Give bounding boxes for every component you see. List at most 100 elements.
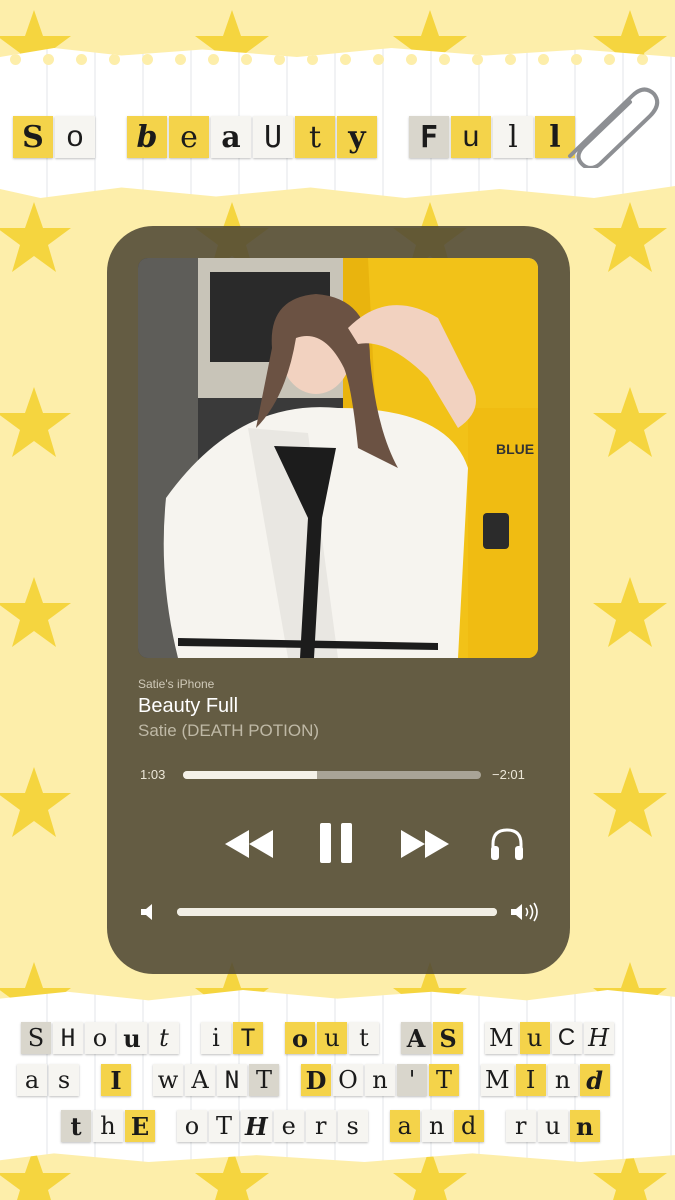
volume-low-icon (141, 904, 152, 920)
pause-icon[interactable] (320, 823, 352, 863)
ransom-letter: e (273, 1110, 304, 1142)
ransom-letter: A (185, 1064, 215, 1096)
ransom-letter: C (551, 1022, 582, 1054)
device-name: Satie's iPhone (138, 677, 215, 691)
binder-hole (208, 54, 219, 65)
binder-hole (109, 54, 120, 65)
binder-hole (142, 54, 153, 65)
binder-hole (505, 54, 516, 65)
ransom-letter: u (451, 116, 491, 158)
binder-hole (373, 54, 384, 65)
ransom-letter: M (485, 1022, 518, 1054)
ransom-letter: T (249, 1064, 279, 1096)
elapsed-time: 1:03 (140, 767, 166, 782)
ransom-letter: T (233, 1022, 263, 1054)
volume-high-icon (511, 902, 538, 922)
binder-hole (241, 54, 252, 65)
artist-name: Satie (DEATH POTION) (138, 721, 320, 740)
binder-hole (10, 54, 21, 65)
binder-hole (340, 54, 351, 65)
fast-forward-icon[interactable] (401, 830, 449, 858)
ransom-letter: o (177, 1110, 207, 1142)
binder-hole (538, 54, 549, 65)
ransom-letter: w (153, 1064, 183, 1096)
binder-hole (472, 54, 483, 65)
ransom-letter: O (333, 1064, 363, 1096)
ransom-title: SobeaUtyFull (12, 116, 576, 158)
ransom-letter: u (117, 1022, 147, 1054)
ransom-letter: b (127, 116, 167, 158)
ransom-letter: t (149, 1022, 179, 1054)
ransom-letter: n (421, 1110, 452, 1142)
headphones-icon[interactable] (489, 826, 525, 862)
ransom-letter: u (317, 1022, 347, 1054)
ransom-letter: T (209, 1110, 239, 1142)
binder-hole (439, 54, 450, 65)
ransom-letter: I (515, 1064, 546, 1096)
binder-hole (76, 54, 87, 65)
remaining-time: −2:01 (492, 767, 525, 782)
ransom-letter: N (217, 1064, 247, 1096)
binder-hole (604, 54, 615, 65)
ransom-letter: o (55, 116, 95, 158)
binder-hole (637, 54, 648, 65)
music-player-card: BLUE Satie's iPhone Beauty Full Satie (D… (107, 226, 570, 974)
ransom-letter: A (401, 1022, 431, 1054)
album-cover: BLUE (138, 258, 538, 658)
paperclip-icon (568, 87, 660, 168)
ransom-letter: U (253, 116, 293, 158)
ransom-letter: E (125, 1110, 155, 1142)
ransom-letter: d (453, 1110, 484, 1142)
progress-bar[interactable] (183, 771, 481, 779)
ransom-letter: i (201, 1022, 231, 1054)
volume-fill (177, 908, 497, 916)
binder-hole (571, 54, 582, 65)
ransom-letter: M (481, 1064, 514, 1096)
ransom-letter: D (301, 1064, 331, 1096)
ransom-letter: F (409, 116, 449, 158)
ransom-letter: S (13, 116, 53, 158)
ransom-letter: n (365, 1064, 395, 1096)
binder-holes (10, 54, 648, 65)
ransom-letter: o (285, 1022, 315, 1054)
binder-hole (406, 54, 417, 65)
lyric-line: thEoTHersandrun (60, 1110, 601, 1142)
ransom-letter: u (519, 1022, 550, 1054)
ransom-letter: t (61, 1110, 91, 1142)
binder-hole (43, 54, 54, 65)
ransom-letter: t (349, 1022, 379, 1054)
svg-text:BLUE: BLUE (496, 441, 534, 457)
ransom-letter: I (101, 1064, 131, 1096)
lyric-line: SHoutiToutASMuCH (20, 1022, 615, 1054)
ransom-letter: a (17, 1064, 47, 1096)
ransom-letter: h (93, 1110, 123, 1142)
ransom-letter: s (49, 1064, 79, 1096)
volume-slider[interactable] (177, 908, 497, 916)
ransom-letter: T (429, 1064, 459, 1096)
progress-fill (183, 771, 318, 779)
rewind-icon[interactable] (225, 830, 273, 858)
ransom-letter: l (493, 116, 533, 158)
ransom-letter: H (241, 1110, 272, 1142)
ransom-letter: u (537, 1110, 568, 1142)
ransom-letter: a (211, 116, 251, 158)
ransom-letter: ' (397, 1064, 427, 1096)
ransom-letter: n (547, 1064, 578, 1096)
lyric-line: a s Iw A N T D On ' T M In d (16, 1064, 611, 1096)
ransom-letter: r (305, 1110, 336, 1142)
ransom-letter: H (53, 1022, 83, 1054)
album-cover-image: BLUE (138, 258, 538, 658)
ransom-letter: S (21, 1022, 51, 1054)
ransom-letter: S (433, 1022, 463, 1054)
ransom-letter: t (295, 116, 335, 158)
ransom-letter: H (583, 1022, 614, 1054)
ransom-letter: n (569, 1110, 600, 1142)
ransom-letter: y (337, 116, 377, 158)
song-title: Beauty Full (138, 695, 239, 717)
ransom-letter: r (505, 1110, 536, 1142)
ransom-letter: o (85, 1022, 115, 1054)
binder-hole (175, 54, 186, 65)
ransom-letter: a (389, 1110, 420, 1142)
ransom-letter: e (169, 116, 209, 158)
ransom-letter: d (579, 1064, 610, 1096)
